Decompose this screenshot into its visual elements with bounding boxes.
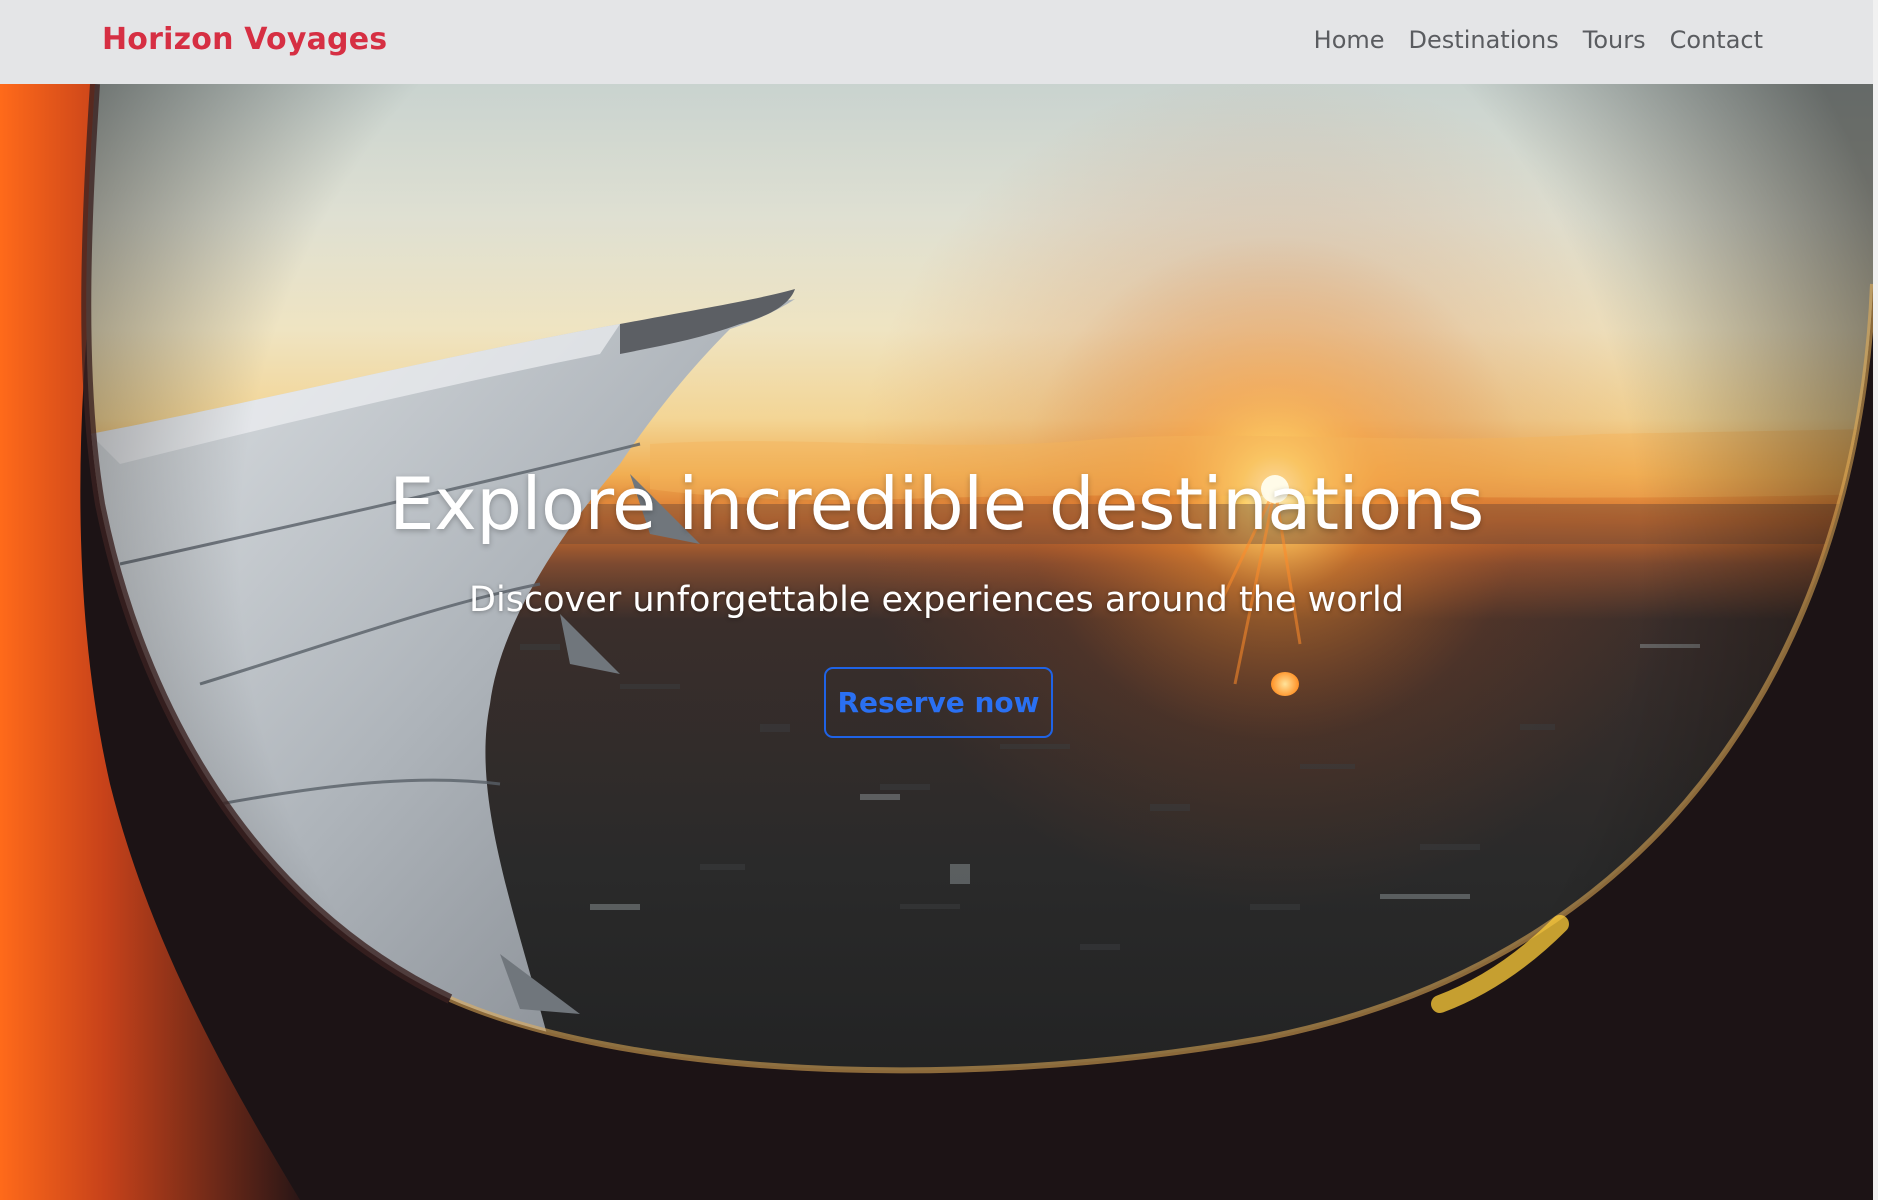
hero-title: Explore incredible destinations — [389, 462, 1484, 546]
nav-menu: Home Destinations Tours Contact — [1314, 26, 1763, 54]
nav-link-home[interactable]: Home — [1314, 26, 1385, 54]
page-scrollbar[interactable] — [1873, 0, 1878, 1200]
nav-item-destinations: Destinations — [1409, 26, 1559, 54]
hero-content: Explore incredible destinations Discover… — [0, 84, 1873, 1200]
nav-item-contact: Contact — [1670, 26, 1763, 54]
nav-link-contact[interactable]: Contact — [1670, 26, 1763, 54]
top-navbar: Horizon Voyages Home Destinations Tours … — [0, 0, 1873, 84]
reserve-now-button[interactable]: Reserve now — [824, 667, 1053, 738]
nav-link-tours[interactable]: Tours — [1583, 26, 1646, 54]
nav-link-destinations[interactable]: Destinations — [1409, 26, 1559, 54]
nav-item-home: Home — [1314, 26, 1385, 54]
nav-item-tours: Tours — [1583, 26, 1646, 54]
brand-logo-link[interactable]: Horizon Voyages — [102, 22, 387, 57]
hero-subtitle: Discover unforgettable experiences aroun… — [469, 580, 1404, 620]
hero-section: Explore incredible destinations Discover… — [0, 84, 1873, 1200]
